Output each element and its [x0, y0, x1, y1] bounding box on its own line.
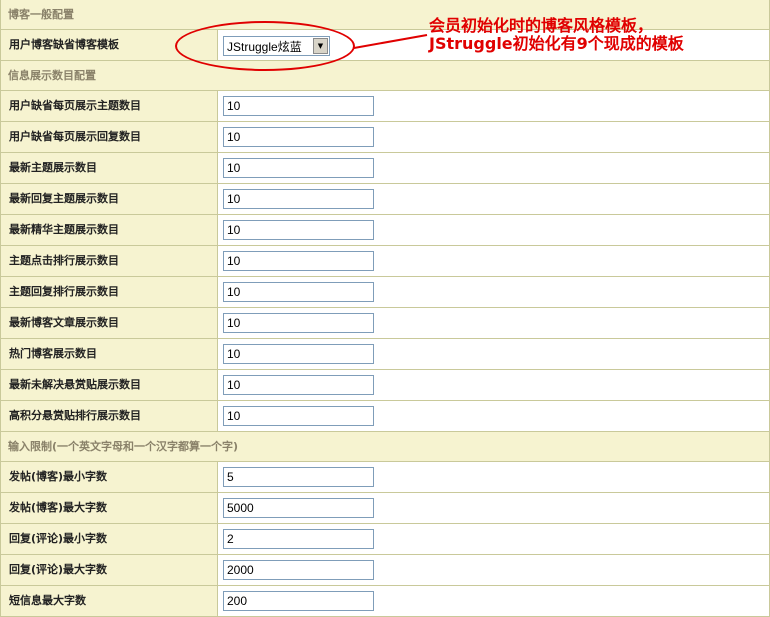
annotation-arrow — [353, 34, 428, 49]
annotation-text: 会员初始化时的博客风格模板，JStruggle初始化有9个现成的模板 — [429, 16, 684, 53]
